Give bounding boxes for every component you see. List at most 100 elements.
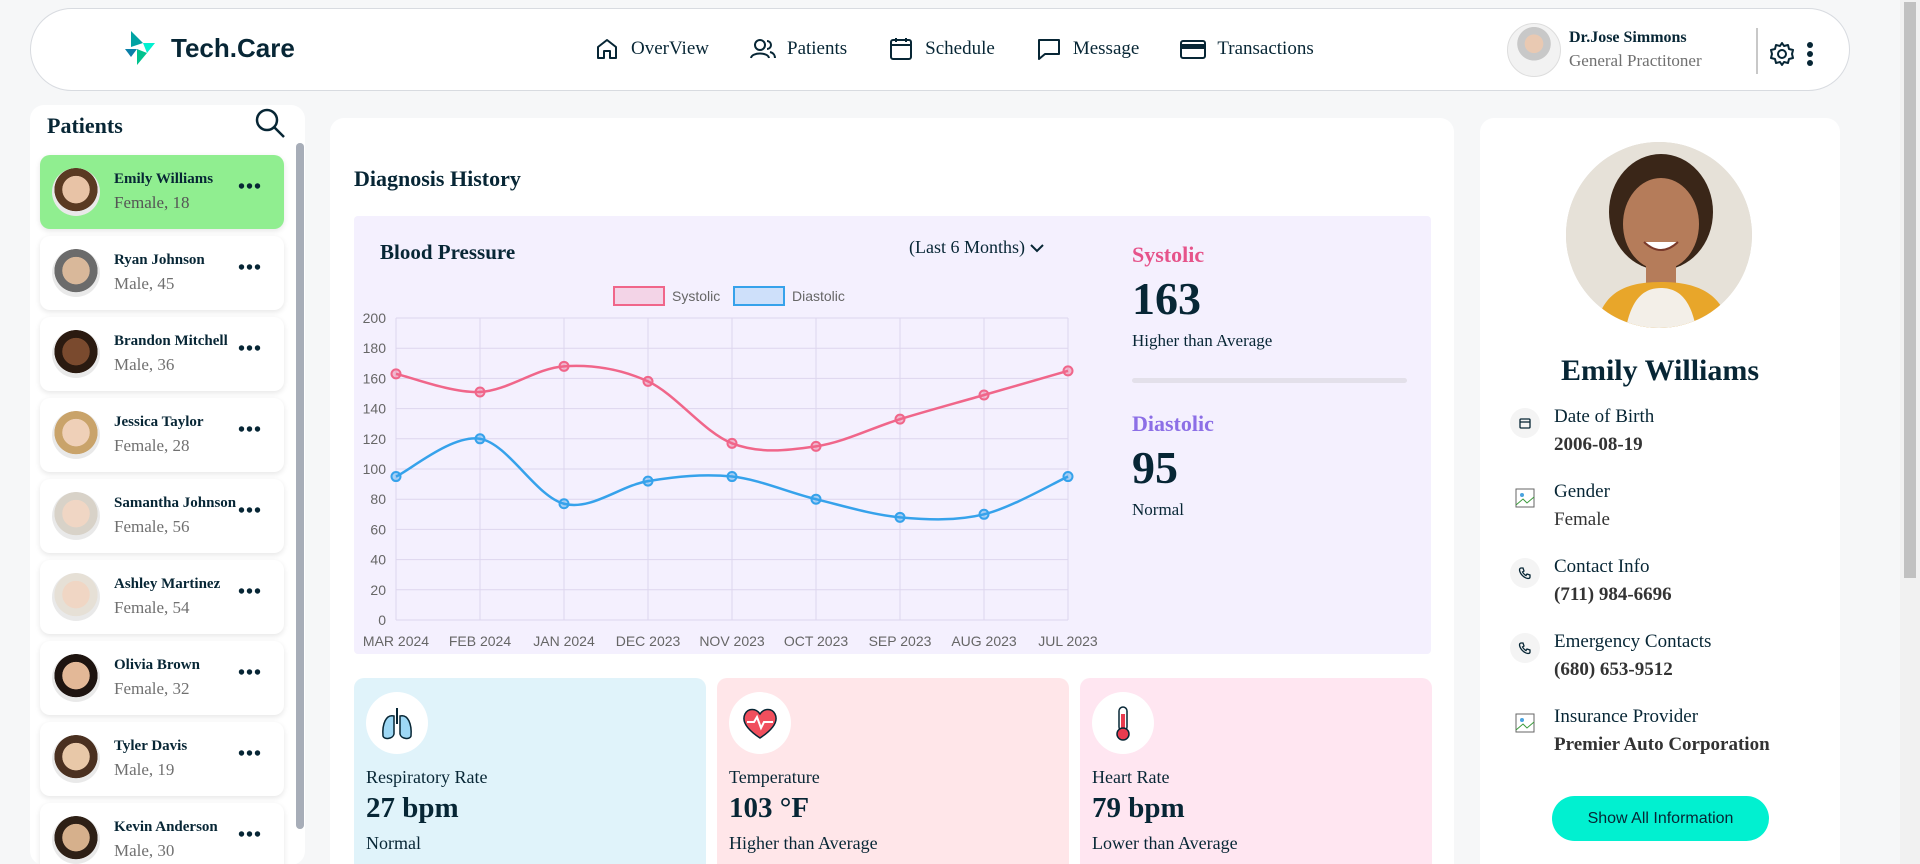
- patient-info: Female, 56: [114, 517, 190, 536]
- brand-logo[interactable]: Tech.Care: [121, 27, 295, 69]
- patient-info: Male, 30: [114, 841, 175, 860]
- gear-icon[interactable]: [1769, 41, 1795, 67]
- y-tick-label: 200: [363, 310, 387, 326]
- patient-info: Female, 54: [114, 598, 190, 617]
- y-tick-label: 100: [363, 461, 387, 477]
- avatar: [52, 573, 100, 621]
- data-point: [726, 437, 738, 449]
- nav-transactions[interactable]: Transactions: [1179, 35, 1314, 63]
- range-label: (Last 6 Months): [909, 237, 1025, 257]
- patient-list-item[interactable]: Samantha Johnson Female, 56 •••: [40, 479, 284, 553]
- data-point: [642, 375, 654, 387]
- phone-icon: [1510, 633, 1540, 663]
- broken-image-icon: [1510, 483, 1540, 513]
- chart-title: Blood Pressure: [380, 240, 516, 264]
- data-point: [810, 493, 822, 505]
- patient-list-item[interactable]: Tyler Davis Male, 19 •••: [40, 722, 284, 796]
- patient-list-item[interactable]: Kevin Anderson Male, 30 •••: [40, 803, 284, 864]
- x-tick-label: AUG 2023: [951, 633, 1017, 649]
- patient-info: Male, 45: [114, 274, 175, 293]
- x-tick-label: OCT 2023: [784, 633, 849, 649]
- systolic-note: Higher than Average: [1132, 331, 1273, 350]
- vital-value: 27 bpm: [366, 792, 459, 824]
- x-tick-label: MAR 2024: [363, 633, 429, 649]
- temperature-card[interactable]: Temperature 103 °F Higher than Average: [717, 678, 1069, 864]
- diastolic-note: Normal: [1132, 500, 1184, 519]
- nav-patients[interactable]: Patients: [749, 35, 847, 63]
- data-point: [558, 498, 570, 510]
- search-icon[interactable]: [252, 105, 288, 141]
- y-tick-label: 20: [370, 582, 386, 598]
- field-value: Premier Auto Corporation: [1554, 734, 1770, 755]
- field-label: Contact Info: [1554, 556, 1650, 577]
- systolic-label: Systolic: [1132, 242, 1205, 267]
- x-tick-label: DEC 2023: [616, 633, 681, 649]
- legend-label: Diastolic: [792, 288, 845, 304]
- data-point: [978, 508, 990, 520]
- chat-icon: [1037, 39, 1060, 60]
- sidebar-scrollbar-thumb[interactable]: [296, 143, 304, 829]
- vital-label: Respiratory Rate: [366, 767, 488, 787]
- patient-name: Brandon Mitchell: [114, 333, 228, 349]
- avatar: [52, 654, 100, 702]
- vital-label: Heart Rate: [1092, 767, 1170, 787]
- field-label: Emergency Contacts: [1554, 631, 1712, 652]
- patient-list-item[interactable]: Emily Williams Female, 18 •••: [40, 155, 284, 229]
- window-scrollbar[interactable]: [1900, 0, 1920, 864]
- vital-value: 103 °F: [729, 792, 810, 824]
- data-point: [978, 389, 990, 401]
- y-tick-label: 40: [370, 552, 386, 568]
- insurance-field: Insurance Provider Premier Auto Corporati…: [1510, 706, 1770, 756]
- patient-list-item[interactable]: Olivia Brown Female, 32 •••: [40, 641, 284, 715]
- avatar: [52, 249, 100, 297]
- dob-field: Date of Birth 2006-08-19: [1510, 406, 1654, 456]
- legend-label: Systolic: [672, 288, 720, 304]
- window-scrollbar-thumb[interactable]: [1904, 2, 1916, 578]
- data-point: [1062, 365, 1074, 377]
- patient-list-item[interactable]: Jessica Taylor Female, 28 •••: [40, 398, 284, 472]
- logo-icon: [125, 31, 155, 65]
- patient-list-item[interactable]: Ashley Martinez Female, 54 •••: [40, 560, 284, 634]
- y-tick-label: 0: [378, 612, 386, 628]
- vital-label: Temperature: [729, 767, 820, 787]
- show-all-information-button[interactable]: Show All Information: [1552, 796, 1769, 841]
- doctor-profile[interactable]: Dr.Jose Simmons General Practitoner: [1507, 23, 1702, 77]
- x-tick-label: JAN 2024: [533, 633, 595, 649]
- heart-icon: [729, 692, 791, 754]
- x-tick-label: NOV 2023: [699, 633, 765, 649]
- main-nav: OverView Patients Schedule Message Trans…: [593, 35, 1354, 63]
- data-point: [558, 360, 570, 372]
- divider: [1756, 28, 1758, 74]
- lungs-icon: [366, 692, 428, 754]
- more-vertical-icon[interactable]: [1806, 41, 1814, 67]
- users-icon: [750, 39, 776, 59]
- chevron-down-icon: [1030, 243, 1044, 252]
- field-label: Date of Birth: [1554, 406, 1655, 427]
- x-tick-label: JUL 2023: [1038, 633, 1098, 649]
- nav-overview[interactable]: OverView: [593, 35, 709, 63]
- broken-image-icon: [1510, 708, 1540, 738]
- vital-note: Lower than Average: [1092, 833, 1238, 853]
- nav-label: Patients: [787, 38, 848, 59]
- patient-photo: [1566, 142, 1752, 328]
- systolic-value: 163: [1132, 273, 1201, 324]
- respiratory-rate-card[interactable]: Respiratory Rate 27 bpm Normal: [354, 678, 706, 864]
- emergency-contact-field: Emergency Contacts (680) 653-9512: [1510, 631, 1711, 681]
- y-tick-label: 60: [370, 521, 386, 537]
- nav-schedule[interactable]: Schedule: [887, 35, 995, 63]
- patient-list-item[interactable]: Brandon Mitchell Male, 36 •••: [40, 317, 284, 391]
- nav-label: Message: [1072, 38, 1140, 59]
- credit-card-icon: [1180, 40, 1207, 59]
- range-dropdown[interactable]: (Last 6 Months): [909, 237, 1045, 258]
- nav-message[interactable]: Message: [1035, 35, 1139, 63]
- phone-icon: [1510, 558, 1540, 588]
- patient-list-item[interactable]: Ryan Johnson Male, 45 •••: [40, 236, 284, 310]
- data-point: [810, 440, 822, 452]
- patient-info: Male, 19: [114, 760, 175, 779]
- patient-name: Ryan Johnson: [114, 252, 205, 268]
- brand-name: Tech.Care: [171, 32, 295, 63]
- data-point: [474, 433, 486, 445]
- data-point: [894, 511, 906, 523]
- data-point: [390, 471, 402, 483]
- heart-rate-card[interactable]: Heart Rate 79 bpm Lower than Average: [1080, 678, 1432, 864]
